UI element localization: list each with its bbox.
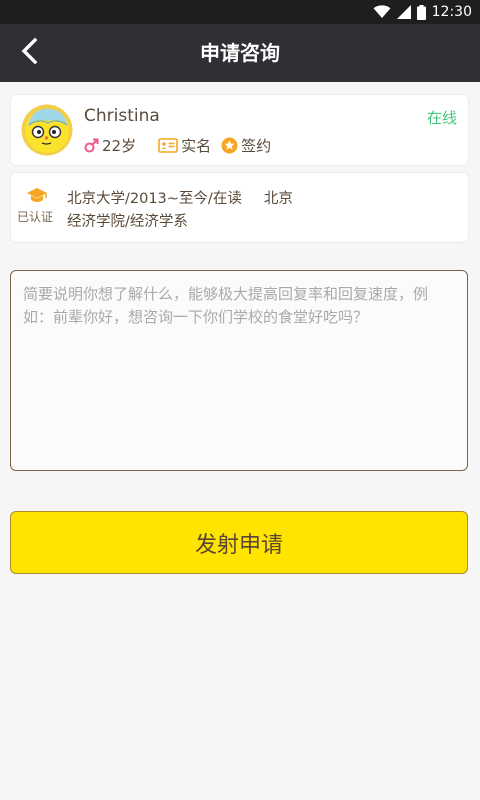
verified-badge: 已认证	[17, 187, 57, 225]
submit-button[interactable]: 发射申请	[10, 511, 468, 574]
school-info: 北京大学/2013~至今/在读	[67, 191, 242, 207]
real-name-label: 实名	[181, 136, 212, 155]
verified-label: 已认证	[16, 210, 53, 224]
avatar[interactable]	[21, 104, 73, 156]
battery-icon	[416, 4, 426, 20]
user-name: Christina	[84, 106, 160, 126]
wifi-icon	[373, 5, 391, 19]
status-time: 12:30	[431, 4, 472, 20]
status-icons: 12:30	[373, 0, 472, 24]
male-icon	[84, 138, 102, 153]
app-bar: 申请咨询	[0, 24, 480, 82]
online-status: 在线	[426, 109, 457, 127]
education-card: 已认证 北京大学/2013~至今/在读 北京 经济学院/经济学系	[10, 172, 469, 243]
graduation-cap-icon	[17, 187, 57, 204]
back-button[interactable]	[6, 28, 54, 78]
education-department: 经济学院/经济学系	[67, 214, 188, 230]
school-location: 北京	[263, 191, 293, 207]
star-badge-icon	[221, 137, 241, 154]
signed-label: 签约	[241, 136, 272, 155]
signal-icon	[396, 5, 411, 19]
message-input[interactable]	[10, 270, 468, 471]
page-title: 申请咨询	[200, 41, 280, 65]
age-label: 22岁	[102, 136, 137, 155]
id-card-icon	[158, 137, 181, 153]
status-bar: 12:30	[0, 0, 480, 24]
education-school: 北京大学/2013~至今/在读 北京	[67, 187, 293, 208]
profile-meta: 22岁 实名 签约	[84, 135, 271, 155]
back-arrow-icon	[20, 37, 40, 69]
profile-card[interactable]: Christina 在线 22岁 实名 签约	[10, 94, 469, 166]
